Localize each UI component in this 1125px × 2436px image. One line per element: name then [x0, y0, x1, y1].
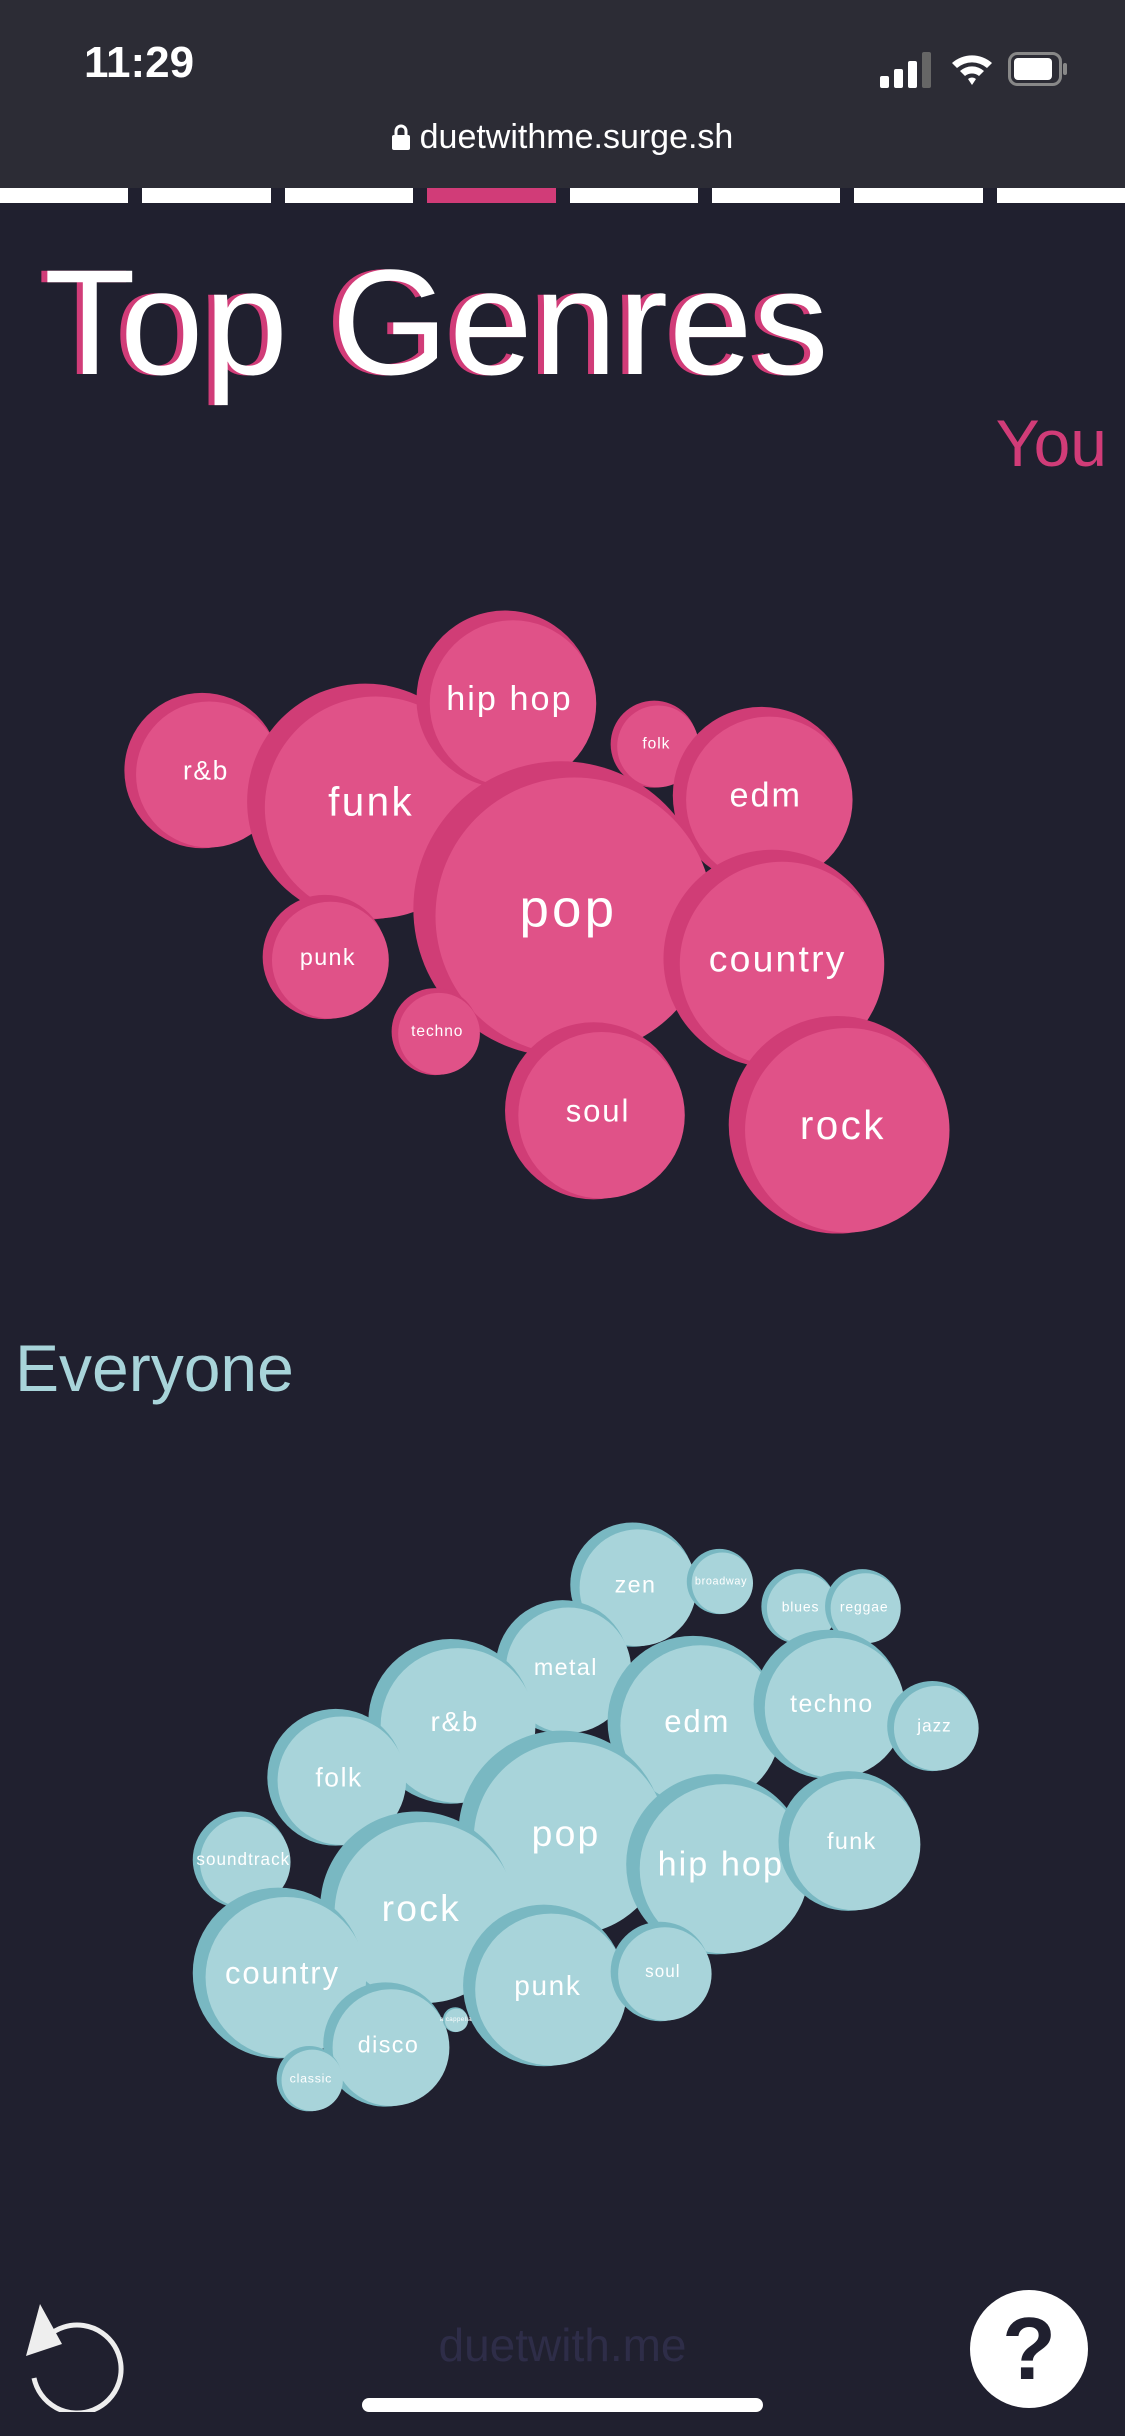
bubble-label: country [709, 938, 847, 980]
genre-bubble: funk [778, 1771, 921, 1911]
bubble-label: rock [382, 1887, 461, 1929]
genre-bubble-charts: r&b funk hip hop folk edm pop punk country techn… [124, 610, 979, 2112]
bubble-label: soul [566, 1093, 630, 1128]
bubble-label: r&b [183, 756, 229, 786]
bubble-label: pop [520, 879, 618, 938]
bubble-label: country [225, 1956, 340, 1991]
genre-bubble: rock [728, 1016, 950, 1234]
bubble-label: a cappella [440, 2016, 472, 2023]
bubble-label: disco [358, 2031, 419, 2057]
bubble-label: metal [534, 1654, 598, 1680]
genre-bubble: hip hop [416, 610, 597, 788]
bubble-label: techno [790, 1691, 874, 1718]
bubble-label: r&b [430, 1706, 479, 1737]
bubble-label: techno [411, 1023, 463, 1040]
bubble-label: hip hop [658, 1845, 784, 1883]
genre-bubble: jazz [887, 1680, 979, 1772]
bubble-label: hip hop [446, 680, 572, 718]
bubble-label: punk [300, 944, 356, 970]
bubble-label: soul [645, 1962, 680, 1981]
bubble-label: jazz [916, 1717, 951, 1736]
bubble-label: classic [290, 2072, 332, 2086]
bubble-label: rock [800, 1102, 886, 1148]
bubble-label: folk [315, 1762, 362, 1792]
bubble-label: soundtrack [196, 1850, 290, 1869]
home-indicator [362, 2398, 763, 2412]
everyone-bubble-chart: zen broadway blues reggae metal r&b edm techno j… [192, 1522, 979, 2112]
bubble-label: blues [782, 1598, 820, 1614]
genre-bubble: broadway [686, 1548, 754, 1615]
help-button[interactable]: ? [970, 2290, 1088, 2408]
bubble-label: folk [642, 736, 670, 753]
bubble-label: broadway [695, 1576, 747, 1588]
bubble-label: edm [664, 1704, 730, 1739]
bubble-label: edm [729, 776, 802, 814]
you-bubble-chart: r&b funk hip hop folk edm pop punk country techn… [124, 610, 950, 1234]
bubble-label: punk [514, 1970, 581, 2001]
bubble-label: pop [532, 1812, 601, 1854]
bubble-label: zen [615, 1572, 657, 1598]
bubble-label: reggae [840, 1598, 889, 1614]
genre-bubble: techno [753, 1629, 905, 1779]
bubble-label: funk [827, 1828, 877, 1854]
bubble-label: funk [328, 779, 414, 825]
genre-bubble: soul [505, 1022, 685, 1200]
brand-watermark: duetwith.me [438, 2319, 687, 2371]
